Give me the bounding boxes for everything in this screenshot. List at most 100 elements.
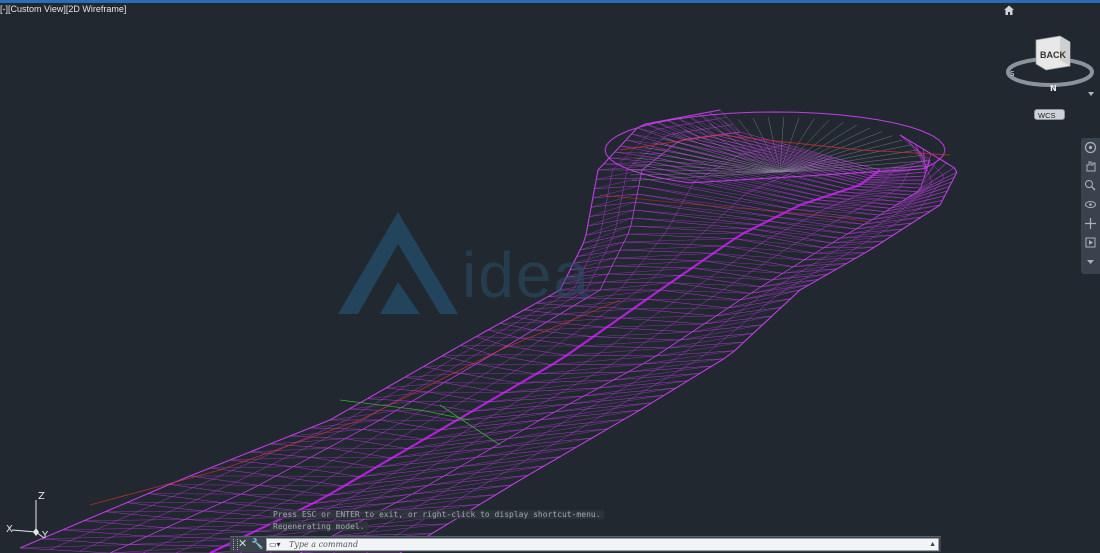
ucs-y-label: Y	[41, 530, 49, 541]
road-mesh-line	[269, 163, 914, 553]
road-triangle-edge	[533, 327, 607, 331]
command-history-line: Regenerating model.	[270, 522, 368, 531]
road-cross-section	[249, 447, 577, 468]
road-triangle-edge	[627, 358, 725, 373]
road-triangle-edge	[713, 253, 805, 261]
navbar-options-icon[interactable]	[1081, 252, 1100, 271]
road-triangle-edge	[863, 179, 924, 183]
road-mesh-line	[239, 166, 897, 553]
road-triangle-edge	[184, 517, 284, 520]
road-mesh-line	[49, 117, 727, 550]
road-triangle-edge	[579, 339, 681, 347]
road-triangle-edge	[471, 395, 585, 412]
road-triangle-edge	[293, 466, 377, 468]
road-triangle-edge	[240, 493, 329, 496]
road-triangle-edge	[362, 429, 441, 431]
ucs-icon: Z X Y	[6, 491, 49, 541]
road-triangle-edge	[606, 323, 705, 328]
command-input[interactable]: ▭▾ Type a command ▲	[266, 538, 939, 551]
pan-hand-icon[interactable]	[1081, 157, 1100, 176]
wrench-icon[interactable]: 🔧	[251, 537, 263, 552]
showmotion-icon[interactable]	[1081, 233, 1100, 252]
chevron-up-icon[interactable]: ▲	[929, 539, 936, 550]
road-triangle-edge	[566, 347, 669, 356]
road-triangle-edge	[427, 391, 505, 393]
road-triangle-edge	[646, 299, 741, 301]
road-triangle-edge	[499, 321, 547, 324]
road-triangle-edge	[702, 260, 794, 267]
road-triangle-edge	[681, 275, 773, 281]
road-triangle-edge	[459, 373, 537, 375]
road-cross-section	[309, 419, 625, 440]
road-cross-section	[423, 366, 701, 384]
road-triangle-edge	[105, 510, 204, 512]
road-triangle-edge	[475, 363, 553, 365]
road-triangle-edge	[165, 524, 269, 529]
viewcube-face-label[interactable]: BACK	[1040, 50, 1066, 60]
road-triangle-edge	[598, 373, 701, 389]
road-triangle-edge	[209, 466, 294, 469]
close-icon[interactable]: ✕	[238, 537, 247, 552]
road-triangle-edge	[345, 438, 425, 440]
move-icon[interactable]	[1081, 214, 1100, 233]
road-cross-section	[460, 345, 725, 365]
road-triangle-edge	[379, 494, 497, 512]
compass-north-label: N	[1050, 84, 1057, 93]
road-triangle-edge	[633, 307, 729, 309]
orbit-icon[interactable]	[1081, 195, 1100, 214]
road-triangle-edge	[546, 317, 621, 323]
road-triangle-edge	[723, 245, 815, 254]
zoom-extents-icon[interactable]	[1081, 176, 1100, 195]
road-triangle-edge	[443, 382, 521, 384]
road-triangle-edge	[592, 185, 639, 199]
road-cross-section	[523, 309, 773, 325]
road-triangle-edge	[221, 502, 313, 504]
viewcube[interactable]: S N	[1004, 30, 1096, 102]
road-triangle-edge	[62, 527, 167, 531]
navigation-bar	[1081, 138, 1100, 274]
road-triangle-edge	[379, 419, 457, 421]
road-triangle-edge	[691, 267, 783, 274]
road-triangle-edge	[839, 191, 913, 196]
command-line-bar: ✕ 🔧 ▭▾ Type a command ▲	[230, 536, 941, 552]
wcs-menu[interactable]: WCS	[1034, 109, 1065, 120]
road-triangle-edge	[679, 324, 763, 341]
road-triangle-edge	[169, 484, 259, 486]
road-triangle-edge	[491, 354, 567, 356]
road-triangle-edge	[831, 194, 907, 199]
road-mesh-line	[332, 151, 932, 553]
road-triangle-edge	[642, 350, 735, 365]
compass-west-label: S	[1010, 70, 1015, 78]
road-centerline	[209, 169, 881, 553]
road-triangle-edge	[551, 355, 657, 365]
road-mesh-line	[175, 156, 833, 553]
road-triangle-edge	[109, 545, 225, 553]
road-triangle-edge	[441, 354, 493, 357]
road-triangle-edge	[734, 238, 825, 248]
ucs-x-label: X	[6, 524, 13, 535]
steering-wheel-icon[interactable]	[1081, 138, 1100, 157]
road-triangle-edge	[627, 232, 745, 235]
command-placeholder: Type a command	[289, 540, 359, 549]
road-triangle-edge	[589, 201, 636, 217]
road-triangle-edge	[613, 365, 713, 381]
command-prompt-icon[interactable]: ▭▾	[269, 540, 281, 549]
road-triangle-edge	[475, 336, 521, 339]
road-triangle-edge	[249, 447, 329, 453]
road-triangle-edge	[619, 245, 725, 251]
road-triangle-edge	[587, 209, 635, 227]
road-triangle-edge	[623, 238, 735, 243]
road-triangle-edge	[395, 410, 473, 412]
road-triangle-edge	[128, 538, 240, 545]
road-cross-section	[269, 437, 593, 459]
road-triangle-edge	[611, 260, 703, 267]
road-triangle-edge	[147, 493, 241, 495]
command-history: Press ESC or ENTER to exit, or right-cli…	[270, 510, 604, 534]
road-triangle-edge	[411, 401, 489, 403]
road-triangle-edge	[645, 123, 693, 139]
road-triangle-edge	[603, 275, 682, 283]
road-triangle-edge	[585, 217, 633, 236]
road-triangle-edge	[847, 188, 918, 192]
road-triangle-edge	[615, 253, 714, 259]
road-triangle-edge	[83, 519, 185, 522]
